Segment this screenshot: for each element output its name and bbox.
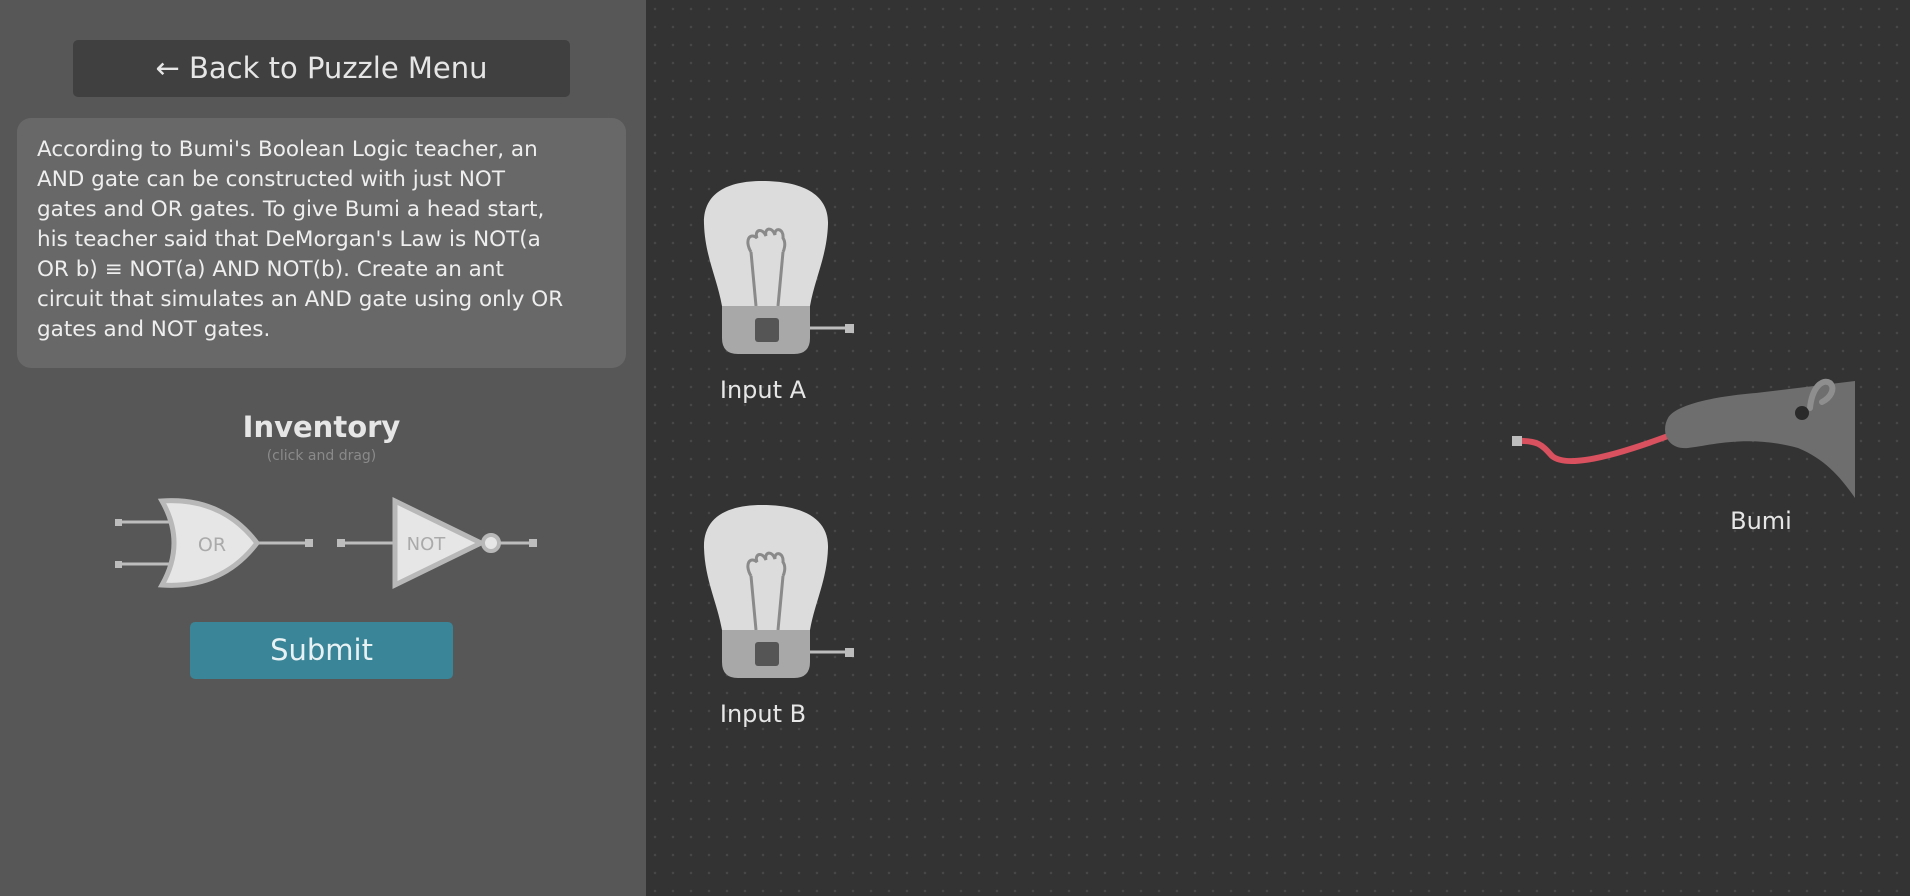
not-gate-label: NOT (407, 534, 447, 555)
bumi-label: Bumi (1730, 507, 1792, 535)
not-gate-icon[interactable]: NOT (336, 495, 540, 591)
anteater-icon[interactable] (1508, 368, 1860, 506)
inventory-title: Inventory (242, 410, 401, 444)
inventory-hint: (click and drag) (266, 448, 377, 464)
input-a-bulb-icon[interactable] (700, 178, 860, 358)
sidebar: ← Back to Puzzle Menu According to Bumi'… (0, 0, 646, 896)
puzzle-description: According to Bumi's Boolean Logic teache… (17, 118, 626, 368)
input-b-label: Input B (719, 700, 807, 728)
input-a-label: Input A (719, 376, 807, 404)
or-gate-label: OR (198, 534, 226, 556)
or-gate-icon[interactable]: OR (112, 495, 316, 591)
submit-button[interactable]: Submit (190, 622, 453, 679)
back-to-menu-button[interactable]: ← Back to Puzzle Menu (73, 40, 570, 97)
input-b-bulb-icon[interactable] (700, 502, 860, 682)
